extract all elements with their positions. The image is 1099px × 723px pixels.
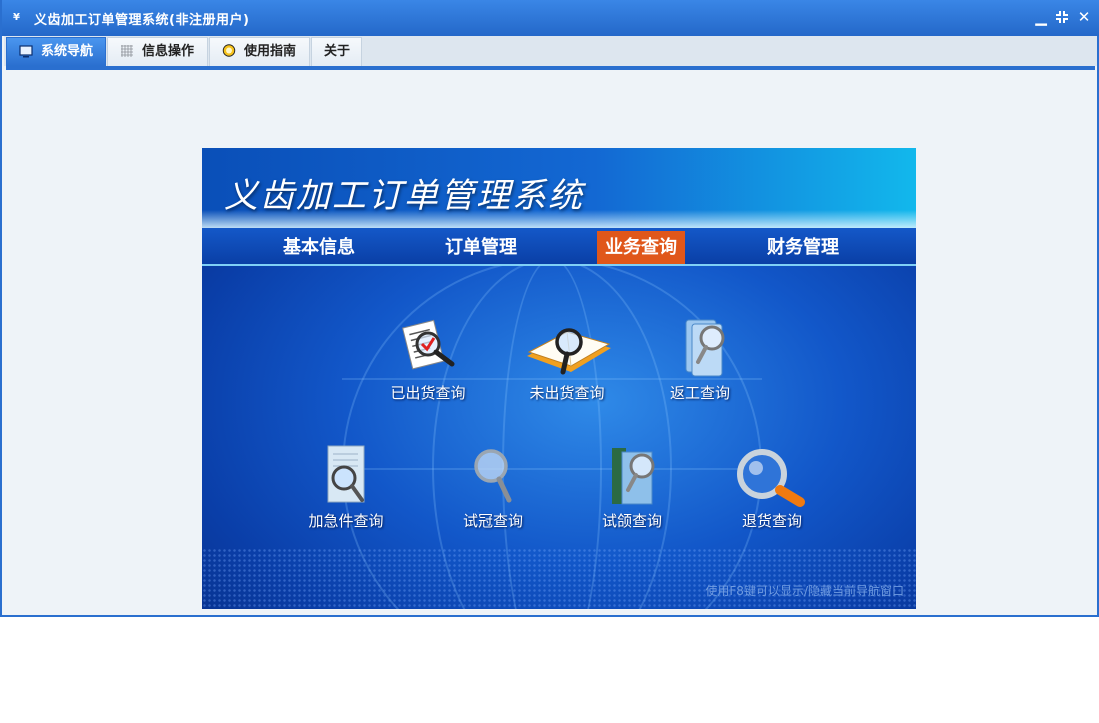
- main-window: ¥ 义齿加工订单管理系统(非注册用户) ▁ ✕ 系统导航 信息操作 使用指南 关…: [0, 0, 1099, 617]
- nav-basic-info[interactable]: 基本信息: [275, 231, 363, 264]
- query-trial-jaw[interactable]: 试颌查询: [582, 444, 682, 544]
- help-icon: [222, 44, 236, 57]
- query-label: 加急件查询: [308, 512, 384, 530]
- title-bar[interactable]: ¥ 义齿加工订单管理系统(非注册用户) ▁ ✕: [2, 0, 1099, 36]
- query-label: 试颌查询: [601, 512, 662, 530]
- query-label: 退货查询: [741, 512, 802, 530]
- tab-label: 信息操作: [142, 44, 195, 59]
- close-icon[interactable]: ✕: [1075, 8, 1093, 26]
- open-book-magnifier-icon: [527, 328, 611, 375]
- navigation-panel: 义齿加工订单管理系统 基本信息 订单管理 业务查询 财务管理 已出货查询 未出货…: [202, 148, 916, 609]
- banner-shine: [202, 210, 916, 228]
- tab-underline: [6, 66, 1095, 70]
- magnifier-icon: [474, 449, 512, 503]
- document-magnifier-icon: [402, 319, 455, 370]
- module-nav: 基本信息 订单管理 业务查询 财务管理: [202, 228, 916, 266]
- system-banner: 义齿加工订单管理系统: [202, 148, 916, 228]
- query-rework[interactable]: 返工查询: [650, 316, 750, 416]
- monitor-icon: [19, 45, 33, 58]
- query-urgent[interactable]: 加急件查询: [296, 444, 396, 544]
- dot-pattern: [202, 548, 916, 609]
- page-magnifier-icon: [327, 445, 365, 503]
- restore-icon[interactable]: [1053, 8, 1071, 26]
- query-label: 未出货查询: [529, 384, 605, 402]
- folder-magnifier-icon: [685, 319, 725, 377]
- query-not-shipped[interactable]: 未出货查询: [517, 316, 617, 416]
- large-magnifier-icon: [737, 449, 805, 507]
- query-label: 已出货查询: [390, 384, 466, 402]
- tab-user-guide[interactable]: 使用指南: [209, 37, 310, 66]
- nav-order-management[interactable]: 订单管理: [437, 231, 525, 264]
- tab-about[interactable]: 关于: [311, 37, 362, 66]
- query-shipped[interactable]: 已出货查询: [378, 316, 478, 416]
- query-returns[interactable]: 退货查询: [722, 444, 822, 544]
- query-trial-crown[interactable]: 试冠查询: [443, 444, 543, 544]
- query-label: 试冠查询: [462, 512, 523, 530]
- globe-latitude: [342, 468, 762, 470]
- tab-label: 关于: [324, 44, 351, 59]
- window-title: 义齿加工订单管理系统(非注册用户): [34, 13, 250, 28]
- tab-bar: 系统导航 信息操作 使用指南 关于: [4, 36, 1097, 70]
- tab-system-navigation[interactable]: 系统导航: [6, 37, 106, 66]
- app-logo-icon: ¥: [13, 12, 20, 23]
- query-label: 返工查询: [669, 384, 730, 402]
- binder-magnifier-icon: [612, 448, 655, 505]
- nav-finance-management[interactable]: 财务管理: [759, 231, 847, 264]
- f8-hint: 使用F8键可以显示/隐藏当前导航窗口: [705, 584, 904, 598]
- grid-icon: [121, 45, 133, 57]
- nav-business-query[interactable]: 业务查询: [597, 231, 685, 264]
- tab-label: 使用指南: [244, 44, 297, 59]
- tab-info-operations[interactable]: 信息操作: [107, 37, 208, 66]
- minimize-icon[interactable]: ▁: [1032, 8, 1050, 26]
- tab-label: 系统导航: [41, 44, 94, 59]
